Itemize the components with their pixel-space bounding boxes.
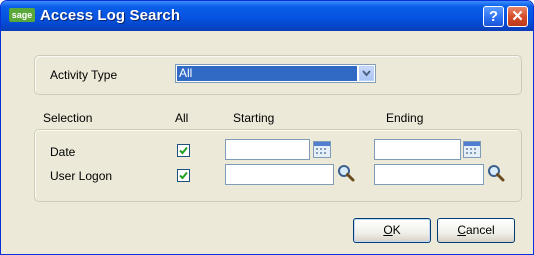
access-log-search-dialog: sage Access Log Search ? ✕ Activity Type…	[0, 0, 534, 255]
cancel-mnemonic: C	[457, 223, 466, 237]
starting-header: Starting	[233, 111, 275, 125]
ok-label-rest: K	[392, 223, 401, 237]
search-icon[interactable]	[486, 163, 506, 183]
calendar-icon[interactable]	[313, 141, 331, 158]
cancel-label-rest: ancel	[465, 223, 495, 237]
all-header: All	[175, 111, 189, 125]
date-starting-input[interactable]	[225, 139, 310, 160]
checkmark-icon	[179, 171, 188, 180]
close-button[interactable]: ✕	[507, 6, 528, 27]
sage-logo-icon: sage	[9, 8, 35, 22]
window-title: Access Log Search	[40, 7, 181, 24]
title-bar[interactable]: sage Access Log Search ? ✕	[1, 1, 533, 31]
user-logon-all-checkbox[interactable]	[177, 169, 190, 182]
help-button[interactable]: ?	[483, 6, 504, 27]
ok-mnemonic: O	[383, 223, 393, 237]
activity-type-label: Activity Type	[50, 68, 118, 82]
user-logon-ending-input[interactable]	[374, 164, 484, 185]
selection-header: Selection	[43, 111, 93, 125]
date-label: Date	[50, 145, 76, 159]
date-all-checkbox[interactable]	[177, 144, 190, 157]
ending-header: Ending	[386, 111, 424, 125]
search-icon[interactable]	[336, 163, 356, 183]
user-logon-starting-input[interactable]	[225, 164, 334, 185]
activity-type-selected-value: All	[177, 66, 357, 81]
cancel-button[interactable]: Cancel	[437, 218, 515, 243]
calendar-icon[interactable]	[463, 141, 481, 158]
activity-type-select[interactable]: All	[175, 64, 376, 83]
user-logon-label: User Logon	[50, 169, 113, 183]
dropdown-arrow-button[interactable]	[359, 66, 374, 81]
chevron-down-icon	[362, 70, 371, 77]
checkmark-icon	[179, 146, 188, 155]
ok-button[interactable]: OK	[353, 218, 431, 243]
date-ending-input[interactable]	[374, 139, 461, 160]
